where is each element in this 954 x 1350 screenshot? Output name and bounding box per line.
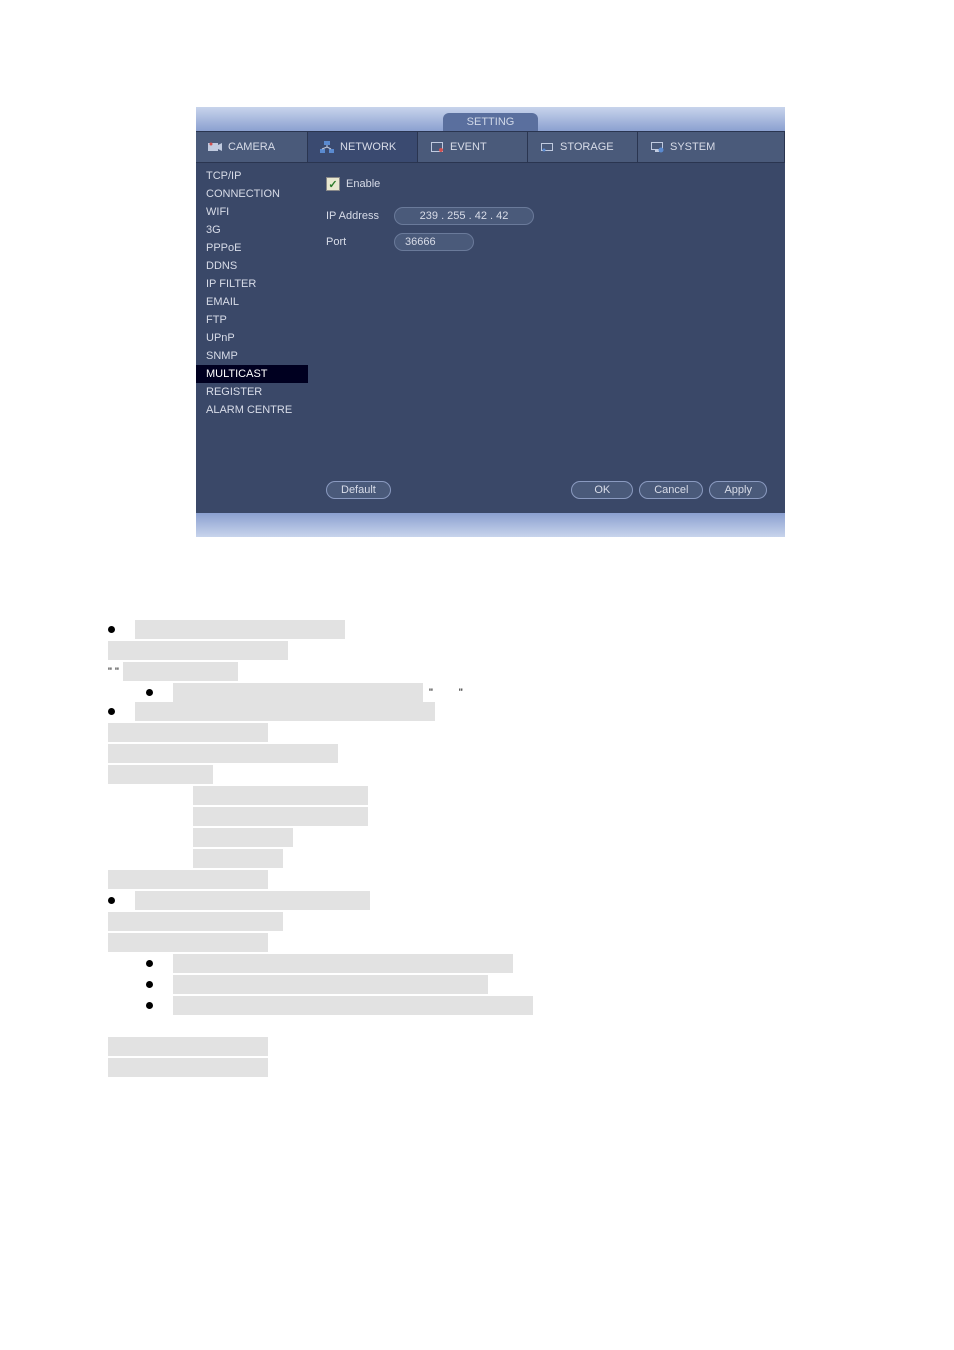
quote-mark: " " <box>108 666 119 678</box>
title-bar: SETTING <box>196 107 785 131</box>
sidebar-item-ftp[interactable]: FTP <box>196 311 308 329</box>
network-icon <box>320 140 334 154</box>
ip-label: IP Address <box>326 210 386 222</box>
tabs-bar: CAMERA NETWORK EVENT STORAGE SYSTEM <box>196 131 785 163</box>
port-label: Port <box>326 236 386 248</box>
bullet-icon <box>108 626 115 633</box>
button-group-right: OK Cancel Apply <box>571 481 767 499</box>
tab-camera[interactable]: CAMERA <box>196 132 308 162</box>
quote-mark: " <box>429 687 433 699</box>
bullet-icon <box>108 897 115 904</box>
sidebar-item-snmp[interactable]: SNMP <box>196 347 308 365</box>
button-row: Default OK Cancel Apply <box>326 481 767 499</box>
default-button[interactable]: Default <box>326 481 391 499</box>
sidebar-item-email[interactable]: EMAIL <box>196 293 308 311</box>
quote-mark: " <box>459 687 463 699</box>
sidebar-item-multicast[interactable]: MULTICAST <box>196 365 308 383</box>
redacted-bar <box>108 1037 268 1056</box>
tab-camera-label: CAMERA <box>228 141 275 153</box>
tab-storage[interactable]: STORAGE <box>528 132 638 162</box>
redacted-bar <box>173 975 488 994</box>
sidebar-item-register[interactable]: REGISTER <box>196 383 308 401</box>
redacted-bar <box>108 744 338 763</box>
redacted-bar <box>108 870 268 889</box>
redacted-bar <box>193 828 293 847</box>
bullet-icon <box>108 708 115 715</box>
redacted-bar <box>108 933 268 952</box>
apply-button[interactable]: Apply <box>709 481 767 499</box>
window-title: SETTING <box>443 113 539 131</box>
sidebar: TCP/IP CONNECTION WIFI 3G PPPoE DDNS IP … <box>196 163 308 513</box>
enable-label: Enable <box>346 178 380 190</box>
tab-storage-label: STORAGE <box>560 141 614 153</box>
storage-icon <box>540 140 554 154</box>
bullet-icon <box>146 960 153 967</box>
redacted-bar <box>108 641 288 660</box>
port-row: Port 36666 <box>326 233 767 251</box>
tab-network[interactable]: NETWORK <box>308 132 418 162</box>
redacted-bar <box>193 849 283 868</box>
tab-system[interactable]: SYSTEM <box>638 132 785 162</box>
main-area: TCP/IP CONNECTION WIFI 3G PPPoE DDNS IP … <box>196 163 785 513</box>
sidebar-item-connection[interactable]: CONNECTION <box>196 185 308 203</box>
sidebar-item-upnp[interactable]: UPnP <box>196 329 308 347</box>
redacted-bar <box>135 620 345 639</box>
redacted-bar <box>173 996 533 1015</box>
redacted-bar <box>193 786 368 805</box>
ok-button[interactable]: OK <box>571 481 633 499</box>
sidebar-item-ipfilter[interactable]: IP FILTER <box>196 275 308 293</box>
bullet-icon <box>146 981 153 988</box>
enable-row: ✓ Enable <box>326 177 767 191</box>
system-icon <box>650 140 664 154</box>
redacted-bar <box>173 683 423 702</box>
cancel-button[interactable]: Cancel <box>639 481 703 499</box>
bullet-icon <box>146 1002 153 1009</box>
bullet-icon <box>146 689 153 696</box>
tab-event-label: EVENT <box>450 141 487 153</box>
tab-system-label: SYSTEM <box>670 141 715 153</box>
sidebar-item-ddns[interactable]: DDNS <box>196 257 308 275</box>
redacted-bar <box>108 723 268 742</box>
redacted-bar <box>135 891 370 910</box>
sidebar-item-wifi[interactable]: WIFI <box>196 203 308 221</box>
footer-bar <box>196 513 785 537</box>
sidebar-item-pppoe[interactable]: PPPoE <box>196 239 308 257</box>
tab-network-label: NETWORK <box>340 141 396 153</box>
port-input[interactable]: 36666 <box>394 233 474 251</box>
enable-checkbox[interactable]: ✓ <box>326 177 340 191</box>
redacted-bar <box>135 702 435 721</box>
redacted-bar <box>193 807 368 826</box>
ip-address-input[interactable]: 239 . 255 . 42 . 42 <box>394 207 534 225</box>
ip-row: IP Address 239 . 255 . 42 . 42 <box>326 207 767 225</box>
redacted-bar <box>123 662 238 681</box>
redacted-text-section: " " " " <box>108 620 808 1079</box>
sidebar-item-tcpip[interactable]: TCP/IP <box>196 167 308 185</box>
redacted-bar <box>173 954 513 973</box>
camera-icon <box>208 140 222 154</box>
tab-event[interactable]: EVENT <box>418 132 528 162</box>
event-icon <box>430 140 444 154</box>
redacted-bar <box>108 1058 268 1077</box>
settings-window: SETTING CAMERA NETWORK EVENT STORAGE <box>196 107 785 537</box>
sidebar-item-3g[interactable]: 3G <box>196 221 308 239</box>
redacted-bar <box>108 912 283 931</box>
redacted-bar <box>108 765 213 784</box>
sidebar-item-alarmcentre[interactable]: ALARM CENTRE <box>196 401 308 419</box>
content-area: ✓ Enable IP Address 239 . 255 . 42 . 42 … <box>308 163 785 513</box>
